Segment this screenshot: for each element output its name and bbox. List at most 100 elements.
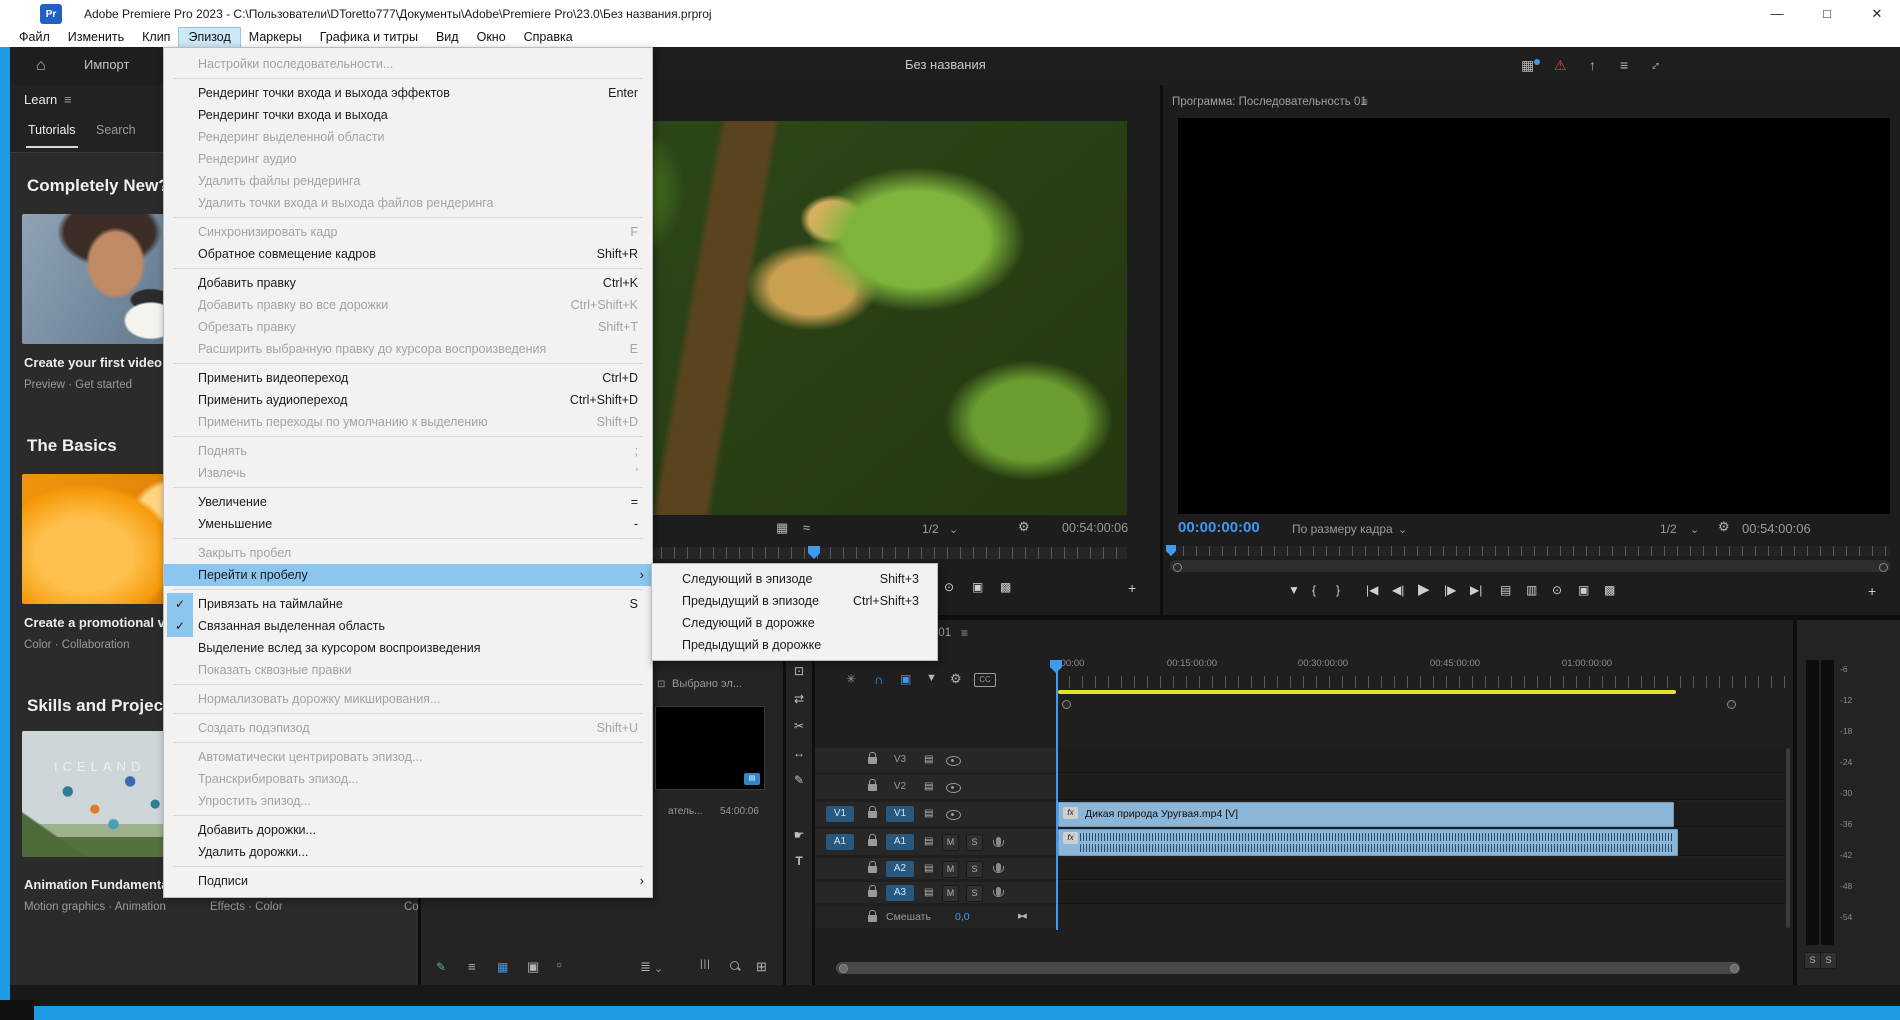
audio-clip[interactable]: fx: [1058, 829, 1678, 856]
menu-item-snap[interactable]: ✓Привязать на таймлайнеS: [164, 593, 652, 615]
program-scrollbar[interactable]: [1170, 560, 1890, 572]
share-icon[interactable]: ↑: [1589, 58, 1596, 72]
v3-track-badge[interactable]: V3: [886, 752, 914, 768]
a1-lock-icon[interactable]: [868, 839, 877, 846]
mix-value[interactable]: 0,0: [955, 911, 970, 923]
menu-item-add-edit-all-tracks[interactable]: Добавить правку во все дорожкиCtrl+Shift…: [164, 294, 652, 316]
meter-solo-left-button[interactable]: S: [1804, 952, 1821, 969]
automate-to-sequence-icon[interactable]: |||: [700, 960, 711, 970]
timeline-h-scroll-left-handle[interactable]: [839, 964, 848, 973]
video-clip[interactable]: fx Дикая природа Уругвая.mp4 [V]: [1058, 802, 1674, 827]
menu-clip[interactable]: Клип: [133, 28, 179, 47]
v2-lock-icon[interactable]: [868, 784, 877, 791]
timeline-h-scroll-right-handle[interactable]: [1730, 964, 1739, 973]
program-extract-icon[interactable]: ▥: [1526, 584, 1537, 596]
program-go-to-out-icon[interactable]: ▶|: [1470, 584, 1482, 596]
meter-solo-right-button[interactable]: S: [1820, 952, 1837, 969]
menu-item-captions[interactable]: Подписи›: [164, 870, 652, 892]
menu-markers[interactable]: Маркеры: [240, 28, 311, 47]
hand-tool-icon[interactable]: ☛: [786, 828, 812, 842]
source-compare-icon[interactable]: ▣: [972, 581, 983, 593]
program-step-forward-icon[interactable]: |▶: [1444, 584, 1456, 596]
zoom-handle-right[interactable]: [1727, 700, 1736, 709]
a3-solo-button[interactable]: S: [966, 885, 983, 902]
menu-help[interactable]: Справка: [515, 28, 582, 47]
menu-item-trim-edit[interactable]: Обрезать правкуShift+T: [164, 316, 652, 338]
timeline-ruler[interactable]: [1056, 676, 1790, 688]
menu-item-add-tracks[interactable]: Добавить дорожки...: [164, 819, 652, 841]
submenu-item-previous-in-track[interactable]: Предыдущий в дорожке: [652, 634, 937, 656]
menu-item-make-subsequence[interactable]: Создать подэпизодShift+U: [164, 717, 652, 739]
submenu-item-next-in-sequence[interactable]: Следующий в эпизодеShift+3: [652, 568, 937, 590]
captions-toggle-icon[interactable]: CC: [974, 673, 996, 687]
a1-source-patch-badge[interactable]: A1: [826, 834, 854, 850]
v3-lock-icon[interactable]: [868, 757, 877, 764]
menu-item-zoom-out[interactable]: Уменьшение-: [164, 513, 652, 535]
ripple-edit-tool-icon[interactable]: ⇄: [786, 692, 812, 706]
program-button-editor-icon[interactable]: +: [1868, 584, 1876, 598]
v3-sync-lock-icon[interactable]: ▤: [924, 755, 933, 765]
program-lift-icon[interactable]: ▤: [1500, 584, 1511, 596]
program-play-icon[interactable]: ▶: [1418, 582, 1430, 597]
v2-sync-lock-icon[interactable]: ▤: [924, 782, 933, 792]
v2-track-lane[interactable]: [1058, 775, 1790, 800]
timeline-settings-wrench-icon[interactable]: ⚙: [950, 672, 962, 685]
v1-lock-icon[interactable]: [868, 811, 877, 818]
close-button[interactable]: ✕: [1854, 0, 1900, 28]
source-resolution-select[interactable]: 1/2: [922, 522, 939, 536]
a2-solo-button[interactable]: S: [966, 861, 983, 878]
source-button-editor-icon[interactable]: +: [1128, 581, 1136, 595]
menu-item-normalize-master-track[interactable]: Нормализовать дорожку микширования...: [164, 688, 652, 710]
program-step-back-icon[interactable]: ◀|: [1392, 584, 1404, 596]
freeform-view-icon[interactable]: ▣: [527, 960, 539, 973]
quick-export-icon[interactable]: ≡: [1620, 58, 1628, 72]
v3-track-lane[interactable]: [1058, 748, 1790, 773]
menu-item-auto-reframe[interactable]: Автоматически центрировать эпизод...: [164, 746, 652, 768]
menu-item-apply-default-transitions[interactable]: Применить переходы по умолчанию к выделе…: [164, 411, 652, 433]
razor-tool-icon[interactable]: ✂: [786, 719, 812, 733]
a2-lock-icon[interactable]: [868, 866, 877, 873]
project-clip-thumbnail[interactable]: ▤: [655, 706, 765, 790]
program-fit-select[interactable]: По размеру кадра: [1292, 522, 1393, 536]
menu-item-delete-render-files[interactable]: Удалить файлы рендеринга: [164, 170, 652, 192]
menu-item-transcribe-sequence[interactable]: Транскрибировать эпизод...: [164, 768, 652, 790]
workspaces-icon[interactable]: ▦: [1521, 58, 1534, 72]
learn-card3-title[interactable]: Animation Fundamentals: [24, 877, 179, 892]
timeline-panel-menu-icon[interactable]: ≡: [961, 626, 968, 640]
program-export-frame-icon[interactable]: ⊙: [1552, 584, 1562, 596]
menu-graphics[interactable]: Графика и титры: [311, 28, 427, 47]
menu-item-render-audio[interactable]: Рендеринг аудио: [164, 148, 652, 170]
menu-sequence[interactable]: Эпизод: [179, 28, 239, 47]
program-compare-icon[interactable]: ▣: [1578, 584, 1589, 596]
a2-mute-button[interactable]: M: [942, 861, 959, 878]
source-settings-wrench-icon[interactable]: ⚙: [1018, 520, 1030, 533]
learn-panel-menu-icon[interactable]: ≡: [64, 92, 72, 107]
program-go-to-in-icon[interactable]: |◀: [1366, 584, 1378, 596]
menu-item-add-edit[interactable]: Добавить правкуCtrl+K: [164, 272, 652, 294]
submenu-item-next-in-track[interactable]: Следующий в дорожке: [652, 612, 937, 634]
tab-search[interactable]: Search: [96, 123, 136, 137]
menu-item-go-to-gap[interactable]: Перейти к пробелу›: [164, 564, 652, 586]
v1-toggle-output-icon[interactable]: [946, 810, 961, 820]
menu-item-extract[interactable]: Извлечь': [164, 462, 652, 484]
list-view-icon[interactable]: ≡: [468, 960, 476, 973]
v2-track-badge[interactable]: V2: [886, 779, 914, 795]
a1-mute-button[interactable]: M: [942, 834, 959, 851]
nest-toggle-icon[interactable]: ✳: [846, 672, 856, 686]
menu-edit[interactable]: Изменить: [59, 28, 133, 47]
menu-item-delete-tracks[interactable]: Удалить дорожки...: [164, 841, 652, 863]
slip-tool-icon[interactable]: ↔: [786, 746, 812, 760]
program-multicam-icon[interactable]: ▩: [1604, 584, 1615, 596]
a1-track-badge[interactable]: A1: [886, 834, 914, 850]
pen-tool-icon[interactable]: ✎: [786, 773, 812, 787]
a1-sync-lock-icon[interactable]: ▤: [924, 837, 933, 847]
menu-item-sequence-settings[interactable]: Настройки последовательности...: [164, 53, 652, 75]
menu-item-zoom-in[interactable]: Увеличение=: [164, 491, 652, 513]
menu-file[interactable]: Файл: [10, 28, 59, 47]
find-icon[interactable]: [730, 961, 739, 970]
menu-item-selection-follows-playhead[interactable]: Выделение вслед за курсором воспроизведе…: [164, 637, 652, 659]
a3-voiceover-icon[interactable]: [996, 887, 1001, 896]
new-bin-icon[interactable]: ⊞: [756, 960, 767, 973]
program-scrub-ruler[interactable]: [1170, 546, 1890, 556]
snap-toggle-icon[interactable]: ∩: [874, 672, 883, 687]
